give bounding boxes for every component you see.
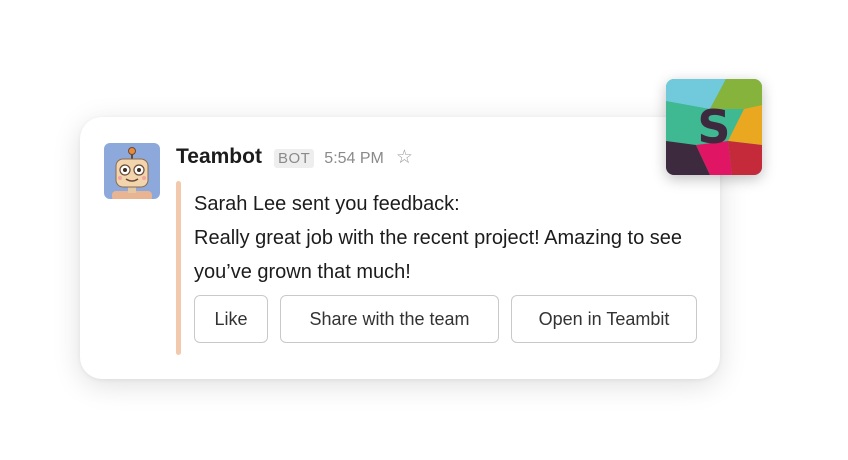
message-timestamp[interactable]: 5:54 PM — [324, 150, 384, 168]
message-card: Teambot BOT 5:54 PM ☆ Sarah Lee sent you… — [80, 117, 720, 379]
open-in-teambit-button[interactable]: Open in Teambit — [511, 295, 697, 343]
star-icon[interactable]: ☆ — [396, 146, 413, 168]
like-button[interactable]: Like — [194, 295, 268, 343]
robot-avatar-icon — [104, 143, 160, 199]
bot-avatar[interactable] — [104, 143, 160, 199]
stage: Teambot BOT 5:54 PM ☆ Sarah Lee sent you… — [0, 0, 848, 460]
sender-name[interactable]: Teambot — [176, 145, 262, 169]
attachment-accent-bar — [176, 181, 181, 355]
feedback-text: Really great job with the recent project… — [194, 227, 683, 283]
message-header: Teambot BOT 5:54 PM ☆ — [176, 145, 413, 169]
svg-text:S: S — [697, 100, 730, 154]
feedback-title: Sarah Lee sent you feedback: — [194, 193, 460, 215]
share-with-team-button[interactable]: Share with the team — [280, 295, 499, 343]
bot-badge: BOT — [273, 149, 315, 168]
action-buttons: Like Share with the team Open in Teambit — [194, 295, 697, 343]
slack-logo-icon: S — [666, 79, 762, 175]
message-body: Sarah Lee sent you feedback: Really grea… — [194, 187, 714, 289]
